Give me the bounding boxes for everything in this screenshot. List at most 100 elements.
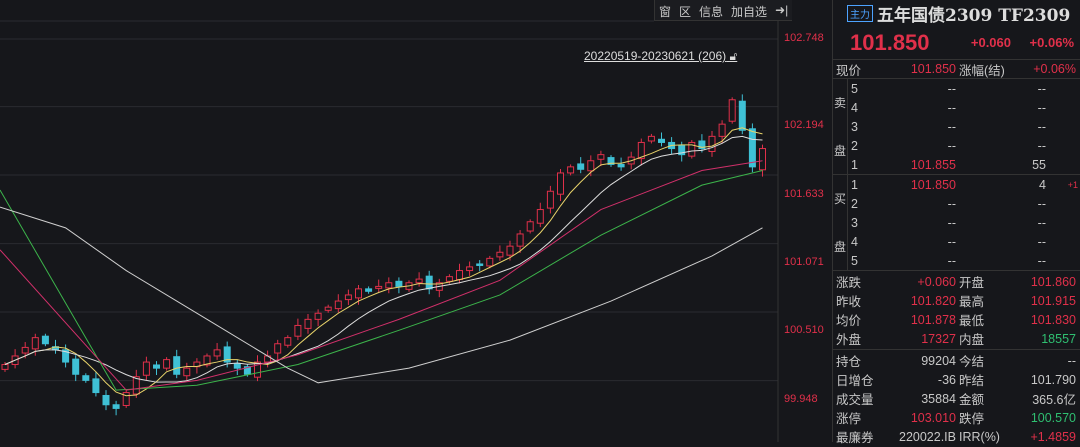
volume: --: [1037, 81, 1046, 96]
order-book-row[interactable]: 5 -- --: [848, 79, 1080, 98]
candle-up: [506, 245, 514, 256]
candle-down: [102, 394, 110, 406]
candle-up: [496, 251, 504, 258]
price-change: +0.060: [970, 35, 1011, 50]
stat-value: +1.4859: [1030, 429, 1076, 444]
stat-row: 外盘 17327 内盘 18557: [833, 329, 1080, 348]
candle-down: [41, 335, 49, 345]
price: --: [947, 253, 956, 268]
add-watchlist-button[interactable]: 加自选: [727, 0, 771, 20]
level: 5: [851, 253, 858, 268]
y-tick: 102.748: [784, 32, 824, 44]
stat-label: 日增仓: [836, 374, 874, 388]
order-book-row[interactable]: 1 101.855 55: [848, 155, 1080, 174]
main-contract-badge: 主力: [847, 4, 873, 22]
candle-up: [728, 99, 736, 122]
price: 101.855: [910, 157, 956, 172]
candle-up: [415, 278, 423, 284]
stat-label: 昨收: [836, 295, 862, 309]
y-tick: 101.071: [784, 256, 824, 268]
order-book-row[interactable]: 3 -- --: [848, 213, 1080, 232]
candle-up: [142, 361, 150, 376]
stat-label: 昨结: [959, 374, 985, 388]
candle-down: [112, 404, 120, 409]
volume: 55: [1032, 157, 1046, 172]
stat-value: 101.820: [910, 293, 956, 308]
stat-row: 均价 101.878 最低 101.830: [833, 310, 1080, 329]
candle-down: [365, 288, 373, 292]
stat-value: 101.915: [1030, 293, 1076, 308]
price: --: [947, 196, 956, 211]
last-price: 101.850: [850, 29, 930, 55]
y-tick: 100.510: [784, 324, 824, 336]
stat-value: 103.010: [910, 410, 956, 425]
quote-panel: 主力 五年国债2309 TF2309 101.850 +0.060 +0.06% …: [833, 0, 1080, 445]
date-range-link[interactable]: 20220519-20230621 (206) 🔓︎: [584, 49, 737, 64]
candle-up: [536, 209, 544, 224]
stat-label: 内盘: [959, 333, 985, 347]
stat-value: --: [1067, 353, 1076, 368]
info-button[interactable]: 信息: [695, 0, 727, 20]
stat-value: +0.060: [917, 274, 956, 289]
stat-value: 18557: [1041, 331, 1076, 346]
candle-up: [385, 282, 393, 289]
level: 1: [851, 157, 858, 172]
candle-up: [21, 346, 29, 354]
volume: --: [1037, 119, 1046, 134]
order-book-row[interactable]: 1 101.850 4 +1: [848, 175, 1080, 194]
stat-label: 开盘: [959, 276, 985, 290]
buy-label: 盘: [833, 239, 846, 254]
candle-up: [284, 337, 292, 346]
stat-label: 今结: [959, 355, 985, 369]
instrument-title: 主力 五年国债2309 TF2309: [833, 0, 1080, 26]
lock-icon[interactable]: 🔓︎: [729, 49, 737, 63]
candle-up: [546, 190, 554, 209]
order-book-row[interactable]: 2 -- --: [848, 136, 1080, 155]
candlestick-chart[interactable]: [0, 0, 832, 442]
sell-label: 盘: [833, 143, 846, 158]
zone-button[interactable]: 区: [675, 0, 695, 20]
order-book-row[interactable]: 4 -- --: [848, 232, 1080, 251]
collapse-panel-icon[interactable]: ➜|: [771, 0, 792, 20]
candle-up: [597, 154, 605, 160]
price: --: [947, 215, 956, 230]
label: 涨幅(结): [959, 63, 1005, 78]
candle-down: [233, 363, 241, 369]
candle-down: [82, 375, 90, 381]
candle-up: [294, 324, 302, 337]
order-book-row[interactable]: 2 -- --: [848, 194, 1080, 213]
current-price-row: 现价 101.850 涨幅(结) +0.06%: [833, 60, 1080, 79]
price-change-pct: +0.06%: [1029, 35, 1074, 50]
stat-value: 35884: [921, 391, 956, 406]
window-button[interactable]: 窗: [655, 0, 675, 20]
candle-up: [163, 359, 171, 369]
candle-up: [375, 285, 383, 289]
order-book-row[interactable]: 3 -- --: [848, 117, 1080, 136]
stat-label: 最高: [959, 295, 985, 309]
volume: --: [1037, 215, 1046, 230]
candle-down: [425, 275, 433, 290]
order-book-row[interactable]: 5 -- --: [848, 251, 1080, 270]
stat-value: 100.570: [1030, 410, 1076, 425]
level: 2: [851, 138, 858, 153]
stat-label: 外盘: [836, 333, 862, 347]
candle-up: [324, 306, 332, 311]
order-book-row[interactable]: 4 -- --: [848, 98, 1080, 117]
level: 2: [851, 196, 858, 211]
volume: --: [1037, 100, 1046, 115]
volume: --: [1037, 234, 1046, 249]
label: 现价: [836, 63, 862, 78]
stat-label: 持仓: [836, 355, 862, 369]
price-header: 101.850 +0.060 +0.06%: [833, 26, 1080, 60]
stat-label: 金额: [959, 393, 985, 407]
volume: --: [1037, 138, 1046, 153]
sell-book: 卖盘 5 -- -- 4 -- -- 3 -- -- 2 -- -- 1 101.855 55: [833, 79, 1080, 175]
candle-down: [92, 378, 100, 394]
stat-value: 101.860: [1030, 274, 1076, 289]
date-range-text: 20220519-20230621 (206): [584, 49, 727, 63]
ma-line-ma10: [4, 135, 763, 383]
level: 4: [851, 100, 858, 115]
candle-down: [617, 163, 625, 168]
value: +0.06%: [1033, 62, 1076, 76]
candle-up: [456, 270, 463, 281]
